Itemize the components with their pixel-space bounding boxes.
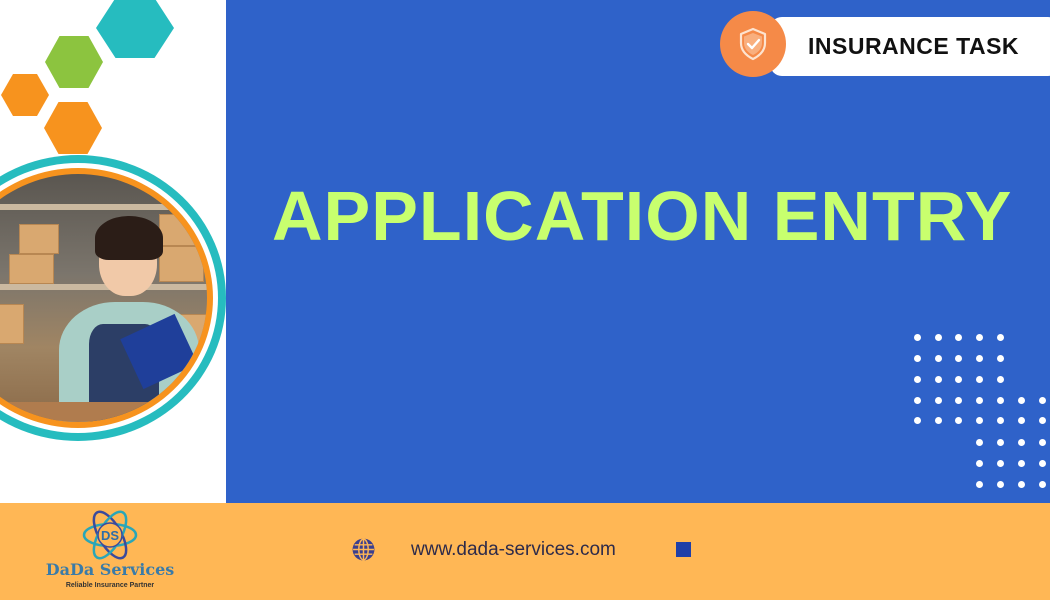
- brand-tagline: Reliable Insurance Partner: [65, 582, 155, 589]
- brand-name: DaDa Services: [45, 560, 175, 579]
- page-title: APPLICATION ENTRY: [272, 177, 1013, 255]
- hero-photo: [0, 174, 207, 422]
- hexagon-teal: [96, 0, 174, 58]
- brand-logo: DS DaDa Services Reliable Insurance Part…: [40, 505, 180, 595]
- badge-icon-circle: [720, 11, 786, 77]
- hexagon-orange-small: [1, 74, 49, 116]
- logo-atom-icon: DS: [82, 510, 138, 560]
- shield-check-icon: [739, 27, 767, 61]
- square-icon: [676, 542, 691, 557]
- website-link[interactable]: www.dada-services.com: [411, 537, 616, 563]
- hexagon-orange: [44, 102, 102, 154]
- logo-monogram: DS: [101, 528, 119, 543]
- globe-icon: [352, 538, 375, 561]
- hexagon-green: [45, 36, 103, 88]
- task-badge-label: INSURANCE TASK: [808, 33, 1020, 59]
